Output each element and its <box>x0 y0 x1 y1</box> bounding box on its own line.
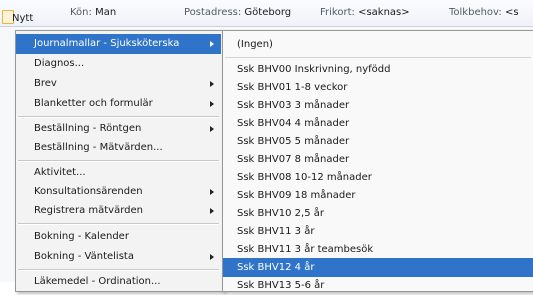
submenu-item-label: Ssk BHV08 10-12 månader <box>237 172 372 183</box>
submenu-item-bhv12[interactable]: Ssk BHV12 4 år <box>223 258 533 277</box>
submenu-item-label: Ssk BHV03 3 månader <box>237 100 350 111</box>
menu-item-konsultationsarenden[interactable]: Konsultationsärenden <box>16 182 221 202</box>
menu-item-blanketter[interactable]: Blanketter och formulär <box>16 94 221 114</box>
menu-item-registrera-matvarden[interactable]: Registrera mätvärden <box>16 201 221 221</box>
menu-separator <box>18 116 219 118</box>
info-frikort: Frikort: <saknas> <box>320 7 410 18</box>
info-tolkbehov-value: <s <box>504 7 519 18</box>
menu-item-bokning-kalender[interactable]: Bokning - Kalender <box>16 227 221 247</box>
info-frikort-label: Frikort: <box>320 7 355 18</box>
submenu-item-bhv03[interactable]: Ssk BHV03 3 månader <box>223 96 533 115</box>
submenu-arrow-icon <box>210 254 214 260</box>
submenu-item-bhv00[interactable]: Ssk BHV00 Inskrivning, nyfödd <box>223 60 533 79</box>
submenu-item-label: Ssk BHV11 3 år <box>237 226 315 237</box>
menu-item-bestallning-matvarden[interactable]: Beställning - Mätvärden... <box>16 138 221 158</box>
context-menu: Journalmallar - Sjuksköterska Diagnos...… <box>15 30 224 292</box>
submenu-item-label: Ssk BHV12 4 år <box>237 262 315 273</box>
submenu-item-bhv01[interactable]: Ssk BHV01 1-8 veckor <box>223 78 533 97</box>
submenu-item-bhv11-team[interactable]: Ssk BHV11 3 år teambesök <box>223 240 533 259</box>
menu-item-label: Registrera mätvärden <box>34 205 143 216</box>
submenu-item-bhv11[interactable]: Ssk BHV11 3 år <box>223 222 533 241</box>
submenu-item-bhv04[interactable]: Ssk BHV04 4 månader <box>223 114 533 133</box>
menu-item-journalmallar[interactable]: Journalmallar - Sjuksköterska <box>16 34 221 54</box>
menu-item-label: Diagnos... <box>34 58 85 69</box>
menu-item-label: Bokning - Kalender <box>34 231 129 242</box>
submenu-item-bhv08[interactable]: Ssk BHV08 10-12 månader <box>223 168 533 187</box>
menu-item-label: Aktivitet... <box>34 167 86 178</box>
menu-separator <box>18 160 219 162</box>
menu-item-lakemedel-ordination[interactable]: Läkemedel - Ordination... <box>16 272 221 292</box>
new-label[interactable]: Nytt <box>12 13 33 24</box>
submenu-item-label: Ssk BHV07 8 månader <box>237 154 350 165</box>
submenu-item-label: Ssk BHV09 18 månader <box>237 190 356 201</box>
info-address: Postadress: Göteborg <box>184 7 291 18</box>
submenu-arrow-icon <box>210 208 214 214</box>
submenu-item-label: Ssk BHV11 3 år teambesök <box>237 244 374 255</box>
menu-item-label: Brev <box>34 78 57 89</box>
menu-item-label: Beställning - Röntgen <box>34 123 142 134</box>
info-gender-value: Man <box>95 7 117 18</box>
submenu-arrow-icon <box>210 81 214 87</box>
submenu-arrow-icon <box>210 126 214 132</box>
submenu-item-label: Ssk BHV01 1-8 veckor <box>237 82 348 93</box>
menu-item-bestallning-rontgen[interactable]: Beställning - Röntgen <box>16 119 221 139</box>
submenu-item-bhv13[interactable]: Ssk BHV13 5-6 år <box>223 276 533 295</box>
menu-item-label: Journalmallar - Sjuksköterska <box>34 38 180 49</box>
submenu-separator <box>225 57 531 58</box>
submenu-item-label: Ssk BHV05 5 månader <box>237 136 350 147</box>
submenu-item-label: Ssk BHV00 Inskrivning, nyfödd <box>237 64 391 75</box>
submenu-item-bhv09[interactable]: Ssk BHV09 18 månader <box>223 186 533 205</box>
menu-item-label: Bokning - Väntelista <box>34 251 134 262</box>
menu-separator <box>18 223 219 225</box>
submenu-item-bhv05[interactable]: Ssk BHV05 5 månader <box>223 132 533 151</box>
menu-separator <box>18 269 219 271</box>
menu-item-aktivitet[interactable]: Aktivitet... <box>16 163 221 183</box>
menu-item-bokning-vantelista[interactable]: Bokning - Väntelista <box>16 247 221 267</box>
submenu-arrow-icon <box>210 41 214 47</box>
info-tolkbehov-label: Tolkbehov: <box>449 7 502 18</box>
info-tolkbehov: Tolkbehov: <s <box>449 7 519 18</box>
submenu-item-bhv07[interactable]: Ssk BHV07 8 månader <box>223 150 533 169</box>
submenu-arrow-icon <box>210 101 214 107</box>
journal-template-submenu: (Ingen) Ssk BHV00 Inskrivning, nyfödd Ss… <box>222 30 533 292</box>
info-gender-label: Kön: <box>70 7 92 18</box>
submenu-item-bhv10[interactable]: Ssk BHV10 2,5 år <box>223 204 533 223</box>
menu-item-label: Beställning - Mätvärden... <box>34 142 163 153</box>
menu-item-label: Blanketter och formulär <box>34 98 153 109</box>
submenu-item-label: (Ingen) <box>237 39 273 50</box>
patient-info-bar: Nytt Kön: Man Postadress: Göteborg Friko… <box>0 0 533 27</box>
submenu-item-ingen[interactable]: (Ingen) <box>223 35 533 54</box>
menu-item-diagnos[interactable]: Diagnos... <box>16 54 221 74</box>
submenu-item-label: Ssk BHV04 4 månader <box>237 118 350 129</box>
info-address-label: Postadress: <box>184 7 242 18</box>
info-address-value: Göteborg <box>244 7 292 18</box>
submenu-arrow-icon <box>210 189 214 195</box>
menu-item-label: Konsultationsärenden <box>34 186 143 197</box>
submenu-item-label: Ssk BHV10 2,5 år <box>237 208 324 219</box>
info-gender: Kön: Man <box>70 7 116 18</box>
menu-item-brev[interactable]: Brev <box>16 74 221 94</box>
info-frikort-value: <saknas> <box>358 7 410 18</box>
